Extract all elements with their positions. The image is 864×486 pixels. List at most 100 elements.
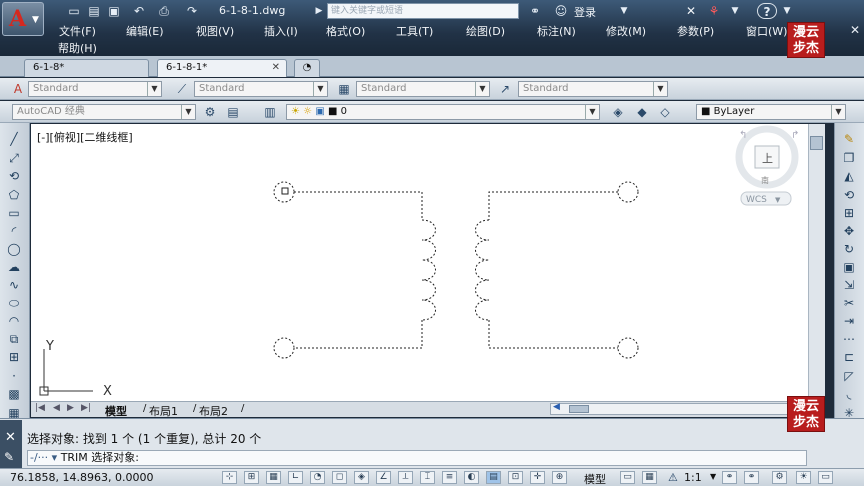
- color-select[interactable]: ■ ByLayer ▼: [696, 104, 846, 120]
- layer-state-icon[interactable]: ◇: [657, 104, 673, 120]
- workspace-toolbar-icon[interactable]: ▤: [225, 104, 241, 120]
- layer-select[interactable]: ☀ ☼ ▣ ■ 0 ▼: [286, 104, 600, 120]
- horizontal-scrollbar[interactable]: ◀: [550, 402, 800, 415]
- dynamic-input-icon[interactable]: ⌶: [420, 471, 435, 484]
- save-icon[interactable]: ▣: [106, 3, 122, 19]
- layout-nav-first-icon[interactable]: |◀: [35, 403, 45, 413]
- layer-properties-icon[interactable]: ▥: [262, 104, 278, 120]
- apps-dropdown-icon[interactable]: ▼: [727, 3, 743, 19]
- menu-help[interactable]: 帮助(H): [58, 40, 97, 56]
- erase-icon[interactable]: ✎: [841, 131, 857, 147]
- menu-window[interactable]: 窗口(W): [746, 23, 787, 39]
- menu-draw[interactable]: 绘图(D): [466, 23, 505, 39]
- layer-previous-icon[interactable]: ◆: [634, 104, 650, 120]
- search-input[interactable]: 键入关键字或短语: [327, 3, 519, 19]
- menu-tools[interactable]: 工具(T): [396, 23, 433, 39]
- rectangle-icon[interactable]: ▭: [6, 205, 22, 221]
- copy-icon[interactable]: ❐: [841, 150, 857, 166]
- object-snap-icon[interactable]: ◻: [332, 471, 347, 484]
- close-command-icon[interactable]: ✕: [5, 430, 16, 445]
- undo-icon[interactable]: ↶: [131, 3, 147, 19]
- spline-icon[interactable]: ∿: [6, 277, 22, 293]
- snap-mode-icon[interactable]: ⊞: [244, 471, 259, 484]
- fillet-icon[interactable]: ◟: [841, 386, 857, 402]
- open-file-icon[interactable]: ▤: [86, 3, 102, 19]
- layout-quick-view-icon[interactable]: ⊕: [552, 471, 567, 484]
- tab-6-1-8[interactable]: 6-1-8*: [24, 59, 149, 77]
- vertical-scrollbar[interactable]: [808, 124, 825, 401]
- layout-nav-next-icon[interactable]: ▶: [67, 403, 74, 413]
- lineweight-icon[interactable]: ≡: [442, 471, 457, 484]
- model-space-button[interactable]: 模型: [584, 471, 606, 486]
- rotate-icon[interactable]: ↻: [841, 241, 857, 257]
- ellipse-arc-icon[interactable]: ◠: [6, 313, 22, 329]
- line-icon[interactable]: ╱: [6, 131, 22, 147]
- redo-icon[interactable]: ↷: [184, 3, 200, 19]
- offset-icon[interactable]: ⟲: [841, 187, 857, 203]
- menu-dimension[interactable]: 标注(N): [537, 23, 576, 39]
- workspace-settings-icon[interactable]: ⚙: [202, 104, 218, 120]
- layout-nav-last-icon[interactable]: ▶|: [81, 403, 91, 413]
- array-icon[interactable]: ⊞: [841, 205, 857, 221]
- menu-insert[interactable]: 插入(I): [264, 23, 298, 39]
- help-icon[interactable]: ?: [757, 3, 777, 19]
- grid-display-icon[interactable]: ▦: [266, 471, 281, 484]
- dim-style-select[interactable]: Standard ▼: [194, 81, 328, 97]
- login-dropdown-icon[interactable]: ▼: [616, 3, 632, 19]
- quick-properties-icon[interactable]: ▤: [486, 471, 501, 484]
- text-style-select[interactable]: Standard ▼: [28, 81, 162, 97]
- menu-view[interactable]: 视图(V): [196, 23, 234, 39]
- ortho-mode-icon[interactable]: ∟: [288, 471, 303, 484]
- menu-parameter[interactable]: 参数(P): [677, 23, 714, 39]
- close-document-icon[interactable]: ✕: [850, 23, 860, 37]
- arc-icon[interactable]: ◜: [6, 223, 22, 239]
- dim-style-icon[interactable]: ⟋: [174, 81, 190, 97]
- insert-block-icon[interactable]: ⧉: [6, 331, 22, 347]
- help-dropdown-icon[interactable]: ▼: [779, 3, 795, 19]
- autodesk-apps-icon[interactable]: ⚘: [706, 3, 722, 19]
- multileader-style-icon[interactable]: ↗: [497, 81, 513, 97]
- table-style-icon[interactable]: ▦: [336, 81, 352, 97]
- quick-view-drawings-icon[interactable]: ▦: [642, 471, 657, 484]
- expand-arrow-icon[interactable]: ▶: [311, 3, 327, 19]
- join-icon[interactable]: ⊏: [841, 349, 857, 365]
- login-link[interactable]: 登录: [574, 4, 596, 20]
- object-snap-tracking-icon[interactable]: ∠: [376, 471, 391, 484]
- polygon-icon[interactable]: ⬠: [6, 187, 22, 203]
- layout-tab-layout2[interactable]: 布局2: [199, 403, 228, 419]
- auto-scale-icon[interactable]: ⚭: [744, 471, 759, 484]
- text-style-icon[interactable]: A: [10, 81, 26, 97]
- menu-format[interactable]: 格式(O): [326, 23, 365, 39]
- coordinate-readout[interactable]: 76.1858, 14.8963, 0.0000: [10, 471, 153, 484]
- toolbar-lock-icon[interactable]: ☀: [796, 471, 811, 484]
- extend-icon[interactable]: ⇥: [841, 313, 857, 329]
- vertical-scroll-thumb[interactable]: [810, 136, 823, 150]
- point-icon[interactable]: ·: [6, 368, 22, 384]
- hatch-icon[interactable]: ▩: [6, 386, 22, 402]
- command-input[interactable]: -/··· ▾ TRIM 选择对象:: [27, 450, 807, 466]
- polar-tracking-icon[interactable]: ◔: [310, 471, 325, 484]
- pick-grip[interactable]: [281, 187, 289, 195]
- construction-line-icon[interactable]: ⤢: [6, 150, 22, 166]
- move-icon[interactable]: ✥: [841, 223, 857, 239]
- user-icon[interactable]: ☺: [553, 3, 569, 19]
- menu-edit[interactable]: 编辑(E): [126, 23, 164, 39]
- ellipse-icon[interactable]: ⬭: [6, 295, 22, 311]
- layout-nav-prev-icon[interactable]: ◀: [53, 403, 60, 413]
- print-icon[interactable]: ⎙: [156, 3, 172, 19]
- make-object-layer-current-icon[interactable]: ◈: [610, 104, 626, 120]
- menu-file[interactable]: 文件(F): [59, 23, 96, 39]
- make-block-icon[interactable]: ⊞: [6, 349, 22, 365]
- multileader-style-select[interactable]: Standard ▼: [518, 81, 668, 97]
- workspace-select[interactable]: AutoCAD 经典 ▼: [12, 104, 196, 120]
- scale-dropdown-icon[interactable]: ▼: [710, 472, 716, 481]
- scroll-left-icon[interactable]: ◀: [553, 402, 560, 412]
- break-icon[interactable]: ⋯: [841, 331, 857, 347]
- circle-icon[interactable]: ◯: [6, 241, 22, 257]
- new-file-icon[interactable]: ▭: [66, 3, 82, 19]
- table-style-select[interactable]: Standard ▼: [356, 81, 490, 97]
- polyline-icon[interactable]: ⟲: [6, 168, 22, 184]
- command-window-handle[interactable]: ✕ ✎: [0, 420, 22, 468]
- customize-command-icon[interactable]: ✎: [4, 450, 14, 464]
- revision-cloud-icon[interactable]: ☁: [6, 259, 22, 275]
